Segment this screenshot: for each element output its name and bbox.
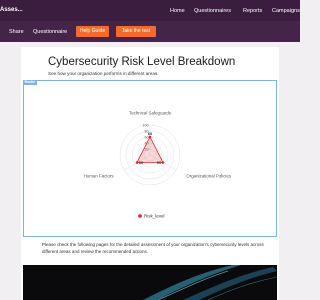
radar-data-point [148,135,152,139]
hero-banner-image [23,265,277,300]
radar-axis-labels: Technical Safeguards Organizational Polic… [84,111,232,179]
radar-data-label: 60 [148,131,153,136]
radar-tick-label: 100 [143,123,149,127]
radar-axis-label: Human Factors [84,174,115,179]
radar-data-point [161,161,165,164]
nav-reports-link[interactable]: Reports [243,8,262,14]
radar-axis-label: Technical Safeguards [129,111,172,116]
secondary-toolbar: Share Questionnaire Help Guide Take the … [0,21,300,42]
take-the-test-button[interactable]: Take the test [116,26,156,37]
radar-chart: 20406080100 Technical SafeguardsOrganiza… [84,111,232,219]
legend-swatch [138,214,142,218]
banner-artwork [143,265,277,300]
report-card: Cybersecurity Risk Level Breakdown See h… [21,47,279,300]
page-subtitle: See how your organization performs in di… [48,71,159,76]
assessment-note: Please check the following pages for the… [42,242,264,254]
radar-data-label: 50 [157,160,162,165]
app-brand[interactable]: Asses... [0,7,23,13]
radar-series-area [136,136,164,163]
share-link[interactable]: Share [9,29,24,35]
chart-legend[interactable]: Risk_level [138,214,165,219]
nav-home-link[interactable]: Home [170,8,185,14]
page-title: Cybersecurity Risk Level Breakdown [48,56,236,68]
questionnaire-link[interactable]: Questionnaire [33,29,67,35]
legend-label: Risk_level [144,214,165,219]
nav-campaigns-link[interactable]: Campaigns [272,8,300,14]
nav-questionnaires-link[interactable]: Questionnaires [194,8,231,14]
radar-data-label: 50 [139,160,144,165]
top-navigation-bar: Asses... Home Questionnaires Reports Cam… [0,0,300,21]
help-guide-button[interactable]: Help Guide [76,26,109,37]
radar-axis-label: Organizational Policies [186,174,231,179]
radar-series: 60 50 50 [135,131,165,165]
